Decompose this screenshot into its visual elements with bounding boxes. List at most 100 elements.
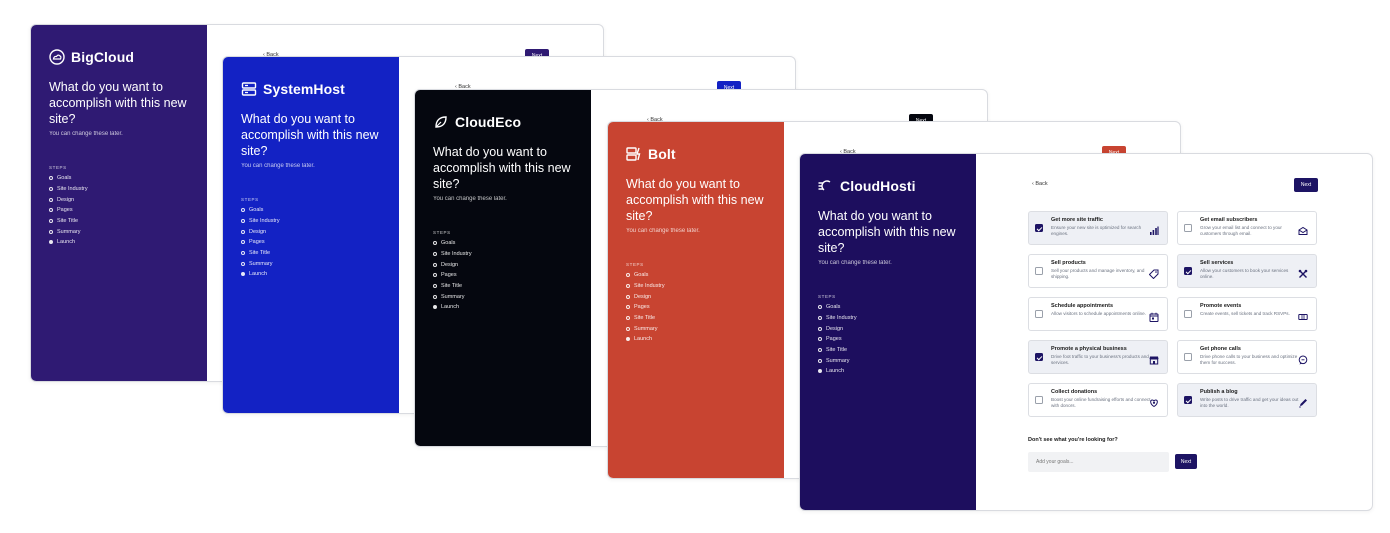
goal-checkbox[interactable] — [1184, 224, 1192, 232]
step-pages[interactable]: Pages — [818, 334, 857, 345]
envelope-icon — [1298, 223, 1308, 235]
step-dot-icon — [433, 252, 437, 257]
step-launch[interactable]: Launch — [626, 334, 665, 345]
step-dot-icon — [818, 305, 822, 310]
goal-title: Sell services — [1200, 260, 1234, 266]
card-cloudhosti: CloudHosti What do you want to accomplis… — [799, 153, 1373, 511]
goal-checkbox[interactable] — [1035, 353, 1043, 361]
step-design[interactable]: Design — [818, 323, 857, 334]
step-summary[interactable]: Summary — [626, 323, 665, 334]
goal-sell-products[interactable]: Sell products Sell your products and man… — [1028, 254, 1168, 288]
step-summary[interactable]: Summary — [49, 226, 88, 237]
step-pages[interactable]: Pages — [49, 205, 88, 216]
add-goals-input[interactable] — [1028, 452, 1169, 472]
goal-desc: Drive phone calls to your business and o… — [1200, 354, 1298, 365]
hand-heart-icon — [1149, 395, 1159, 408]
step-site-title[interactable]: Site Title — [626, 313, 665, 324]
step-goals[interactable]: Goals — [49, 173, 88, 184]
goal-email-subscribers[interactable]: Get email subscribers Grow your email li… — [1177, 211, 1317, 245]
step-site-industry[interactable]: Site Industry — [241, 216, 280, 227]
step-summary[interactable]: Summary — [433, 291, 472, 302]
step-dot-icon — [433, 273, 437, 278]
step-launch[interactable]: Launch — [49, 237, 88, 248]
step-dot-icon — [626, 273, 630, 278]
step-design[interactable]: Design — [626, 291, 665, 302]
step-pages[interactable]: Pages — [241, 237, 280, 248]
step-dot-icon — [818, 348, 822, 353]
side-panel: CloudHosti What do you want to accomplis… — [800, 154, 976, 510]
step-dot-icon — [433, 305, 437, 310]
goal-schedule-appointments[interactable]: Schedule appointments Allow visitors to … — [1028, 297, 1168, 331]
step-dot-icon — [433, 294, 437, 299]
step-dot-icon — [433, 284, 437, 289]
goal-checkbox[interactable] — [1035, 224, 1043, 232]
goal-site-traffic[interactable]: Get more site traffic Ensure your new si… — [1028, 211, 1168, 245]
step-design[interactable]: Design — [49, 194, 88, 205]
step-site-title[interactable]: Site Title — [433, 281, 472, 292]
step-launch[interactable]: Launch — [241, 269, 280, 280]
brand-name: Bolt — [648, 146, 676, 162]
next-button[interactable]: Next — [1294, 178, 1318, 192]
step-site-industry[interactable]: Site Industry — [818, 313, 857, 324]
step-dot-icon — [49, 197, 53, 202]
subtext: You can change these later. — [818, 260, 892, 266]
brand-logo: BigCloud — [49, 49, 134, 65]
goal-promote-events[interactable]: Promote events Create events, sell ticke… — [1177, 297, 1317, 331]
step-dot-icon — [241, 219, 245, 224]
goal-checkbox[interactable] — [1035, 267, 1043, 275]
add-goal-next-button[interactable]: Next — [1175, 454, 1197, 469]
goal-checkbox[interactable] — [1035, 396, 1043, 404]
brand-logo: SystemHost — [241, 81, 345, 97]
step-site-industry[interactable]: Site Industry — [626, 281, 665, 292]
goal-desc: Grow your email list and connect to your… — [1200, 225, 1282, 236]
step-dot-icon — [241, 261, 245, 266]
steps-label: STEPS — [626, 262, 644, 267]
goal-checkbox[interactable] — [1035, 310, 1043, 318]
step-design[interactable]: Design — [241, 226, 280, 237]
step-launch[interactable]: Launch — [818, 366, 857, 377]
goal-desc: Allow visitors to schedule appointments … — [1051, 311, 1146, 316]
step-dot-icon — [433, 241, 437, 246]
goal-checkbox[interactable] — [1184, 353, 1192, 361]
more-goals-question: Don't see what you're looking for? — [1028, 437, 1118, 443]
step-site-title[interactable]: Site Title — [49, 216, 88, 227]
ticket-icon — [1298, 309, 1308, 320]
step-site-title[interactable]: Site Title — [818, 345, 857, 356]
step-dot-icon — [626, 337, 630, 342]
goal-title: Sell products — [1051, 260, 1086, 266]
goal-publish-blog[interactable]: Publish a blog Write posts to drive traf… — [1177, 383, 1317, 417]
goal-title: Publish a blog — [1200, 389, 1238, 395]
goal-checkbox[interactable] — [1184, 396, 1192, 404]
step-pages[interactable]: Pages — [626, 302, 665, 313]
step-launch[interactable]: Launch — [433, 302, 472, 313]
step-pages[interactable]: Pages — [433, 270, 472, 281]
goal-checkbox[interactable] — [1184, 310, 1192, 318]
steps-label: STEPS — [433, 230, 451, 235]
goal-checkbox[interactable] — [1184, 267, 1192, 275]
cloud-circle-icon — [49, 49, 65, 65]
step-goals[interactable]: Goals — [241, 205, 280, 216]
step-dot-icon — [49, 176, 53, 181]
step-goals[interactable]: Goals — [818, 302, 857, 313]
back-link[interactable]: ‹ Back — [1032, 181, 1048, 187]
goal-collect-donations[interactable]: Collect donations Boost your online fund… — [1028, 383, 1168, 417]
step-site-title[interactable]: Site Title — [241, 248, 280, 259]
step-dot-icon — [626, 326, 630, 331]
step-dot-icon — [241, 272, 245, 277]
step-site-industry[interactable]: Site Industry — [49, 184, 88, 195]
goal-desc: Write posts to drive traffic and get you… — [1200, 397, 1299, 408]
step-goals[interactable]: Goals — [626, 270, 665, 281]
goal-sell-services[interactable]: Sell services Allow your customers to bo… — [1177, 254, 1317, 288]
step-goals[interactable]: Goals — [433, 238, 472, 249]
goal-phone-calls[interactable]: Get phone calls Drive phone calls to you… — [1177, 340, 1317, 374]
step-summary[interactable]: Summary — [818, 355, 857, 366]
step-dot-icon — [241, 240, 245, 245]
step-design[interactable]: Design — [433, 259, 472, 270]
goal-physical-business[interactable]: Promote a physical business Drive foot t… — [1028, 340, 1168, 374]
steps-label: STEPS — [49, 165, 67, 170]
goal-title: Promote events — [1200, 303, 1242, 309]
step-dot-icon — [241, 251, 245, 256]
tag-icon — [1148, 266, 1159, 280]
step-site-industry[interactable]: Site Industry — [433, 249, 472, 260]
step-summary[interactable]: Summary — [241, 258, 280, 269]
